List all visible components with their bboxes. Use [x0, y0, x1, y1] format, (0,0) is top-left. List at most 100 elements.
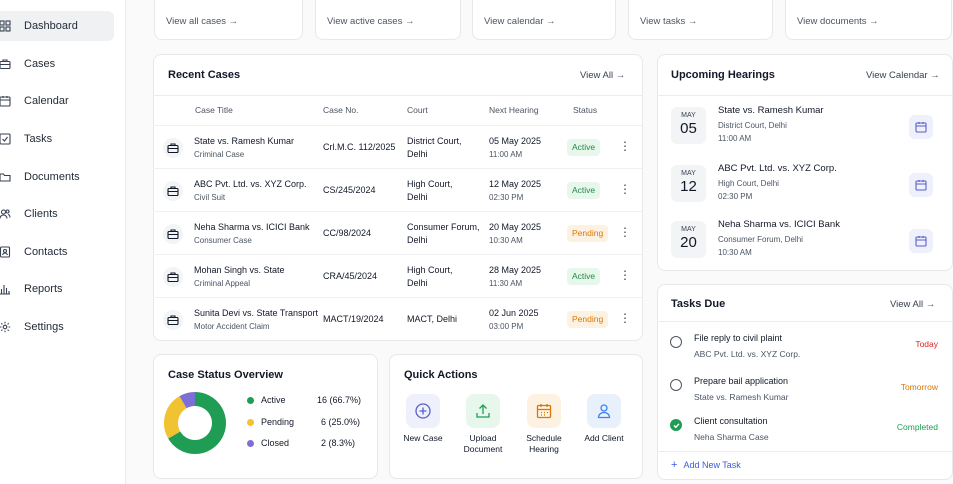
donut-slice-pending	[164, 396, 187, 439]
sidebar-item-settings[interactable]: Settings	[0, 312, 114, 342]
briefcase-icon	[163, 224, 183, 244]
add-to-calendar-button[interactable]	[909, 115, 933, 139]
view-tasks-link[interactable]: View tasks →	[640, 16, 697, 27]
more-options-icon[interactable]: ⋮	[619, 311, 631, 325]
sidebar-item-label: Settings	[24, 321, 64, 333]
task-item[interactable]: Prepare bail application State vs. Rames…	[657, 374, 952, 414]
add-client-button[interactable]: Add Client	[573, 394, 635, 444]
more-options-icon[interactable]: ⋮	[619, 139, 631, 153]
recent-cases-title: Recent Cases	[168, 69, 241, 81]
task-title: Client consultation	[694, 416, 768, 426]
hearing-court: High Court, Delhi	[718, 179, 779, 188]
case-number: CS/245/2024	[323, 185, 376, 195]
calendar-icon	[915, 180, 927, 191]
plus-icon: +	[671, 459, 678, 471]
hearing-time: 03:00 PM	[489, 322, 524, 331]
sidebar-item-tasks[interactable]: Tasks	[0, 124, 114, 154]
tasks-view-all-link[interactable]: View All →	[890, 299, 935, 310]
sidebar-item-documents[interactable]: Documents	[0, 162, 114, 192]
sidebar-item-label: Clients	[24, 208, 58, 220]
divider	[657, 451, 953, 452]
task-checkbox[interactable]	[670, 379, 682, 391]
hearing-title: Neha Sharma vs. ICICI Bank	[718, 219, 840, 230]
column-header-case-no: Case No.	[323, 105, 359, 115]
recent-cases-view-all-link[interactable]: View All →	[580, 70, 625, 81]
plus-circle-icon	[406, 394, 440, 428]
hearing-date: 12 May 2025	[489, 179, 542, 189]
task-item[interactable]: Client consultation Neha Sharma Case Com…	[657, 414, 952, 454]
hearing-title: State vs. Ramesh Kumar	[718, 105, 824, 116]
add-to-calendar-button[interactable]	[909, 229, 933, 253]
user-icon	[587, 394, 621, 428]
upload-document-button[interactable]: Upload Document	[452, 394, 514, 455]
hearing-item[interactable]: MAY 20 Neha Sharma vs. ICICI Bank Consume…	[657, 213, 952, 271]
schedule-hearing-button[interactable]: Schedule Hearing	[513, 394, 575, 455]
hearing-time: 11:00 AM	[718, 134, 752, 143]
calendar-icon	[915, 236, 927, 247]
view-calendar-link[interactable]: View Calendar →	[866, 70, 940, 81]
new-case-button[interactable]: New Case	[392, 394, 454, 444]
case-title[interactable]: State vs. Ramesh Kumar	[194, 135, 294, 148]
sidebar-item-calendar[interactable]: Calendar	[0, 86, 114, 116]
hearing-item[interactable]: MAY 12 ABC Pvt. Ltd. vs. XYZ Corp. High C…	[657, 157, 952, 215]
task-checkbox[interactable]	[670, 336, 682, 348]
hearing-item[interactable]: MAY 05 State vs. Ramesh Kumar District Co…	[657, 99, 952, 157]
date-badge: MAY 12	[671, 165, 706, 202]
view-active-cases-link[interactable]: View active cases →	[327, 16, 414, 27]
quick-action-label: New Case	[403, 433, 443, 443]
task-subtitle: State vs. Ramesh Kumar	[694, 392, 789, 402]
hearing-date: 20 May 2025	[489, 222, 542, 232]
view-all-cases-link[interactable]: View all cases →	[166, 16, 238, 27]
more-options-icon[interactable]: ⋮	[619, 225, 631, 239]
case-number: Crl.M.C. 112/2025	[323, 142, 396, 152]
status-badge: Pending	[567, 225, 609, 242]
briefcase-icon	[0, 57, 12, 71]
view-calendar-link[interactable]: View calendar →	[484, 16, 556, 27]
task-title: Prepare bail application	[694, 376, 789, 386]
case-type: Criminal Case	[194, 150, 245, 159]
add-to-calendar-button[interactable]	[909, 173, 933, 197]
column-header-next-hearing: Next Hearing	[489, 105, 539, 115]
sidebar-item-cases[interactable]: Cases	[0, 49, 114, 79]
more-options-icon[interactable]: ⋮	[619, 268, 631, 282]
donut-slice-closed	[179, 392, 196, 409]
more-options-icon[interactable]: ⋮	[619, 182, 631, 196]
view-documents-link[interactable]: View documents →	[797, 16, 879, 27]
briefcase-icon	[163, 181, 183, 201]
legend-value-active: 16 (66.7%)	[317, 395, 362, 405]
sidebar-item-clients[interactable]: Clients	[0, 199, 114, 229]
task-checkbox-checked[interactable]	[670, 419, 682, 431]
task-item[interactable]: File reply to civil plaint ABC Pvt. Ltd.…	[657, 331, 952, 371]
case-title[interactable]: Sunita Devi vs. State Transport	[194, 307, 318, 320]
sidebar-item-dashboard[interactable]: Dashboard	[0, 11, 114, 41]
upcoming-hearings-title: Upcoming Hearings	[671, 69, 775, 81]
case-type: Consumer Case	[194, 236, 252, 245]
table-row[interactable]: Mohan Singh vs. State Criminal Appeal CRA…	[153, 254, 642, 297]
table-row[interactable]: Neha Sharma vs. ICICI Bank Consumer Case …	[153, 211, 642, 254]
case-title[interactable]: Neha Sharma vs. ICICI Bank	[194, 221, 310, 234]
court-line-1: High Court,	[407, 179, 453, 189]
stat-card-total-cases: 24 View all cases →	[154, 0, 303, 40]
table-row[interactable]: ABC Pvt. Ltd. vs. XYZ Corp. Civil Suit CS…	[153, 168, 642, 211]
upload-icon	[466, 394, 500, 428]
case-type: Criminal Appeal	[194, 279, 251, 288]
divider	[657, 95, 953, 96]
stat-card-tasks: 8 View tasks →	[628, 0, 773, 40]
column-header-status: Status	[573, 105, 598, 115]
table-row[interactable]: State vs. Ramesh Kumar Criminal Case Crl.…	[153, 125, 642, 168]
table-row[interactable]: Sunita Devi vs. State Transport Motor Acc…	[153, 297, 642, 340]
folder-icon	[0, 170, 12, 184]
add-new-task-label: Add New Task	[683, 460, 741, 470]
case-title[interactable]: ABC Pvt. Ltd. vs. XYZ Corp.	[194, 178, 307, 191]
sidebar-item-label: Cases	[24, 58, 56, 70]
case-title[interactable]: Mohan Singh vs. State	[194, 264, 285, 277]
hearing-time: 10:30 AM	[489, 236, 523, 245]
stat-card-documents: 120 View documents →	[785, 0, 952, 40]
tasks-due-title: Tasks Due	[671, 298, 726, 310]
case-status-overview-title: Case Status Overview	[168, 369, 283, 381]
sidebar-item-reports[interactable]: Reports	[0, 274, 114, 304]
case-type: Civil Suit	[194, 193, 226, 202]
case-number: MACT/19/2024	[323, 314, 384, 324]
sidebar-item-contacts[interactable]: Contacts	[0, 237, 114, 267]
add-new-task-button[interactable]: + Add New Task	[671, 459, 741, 471]
